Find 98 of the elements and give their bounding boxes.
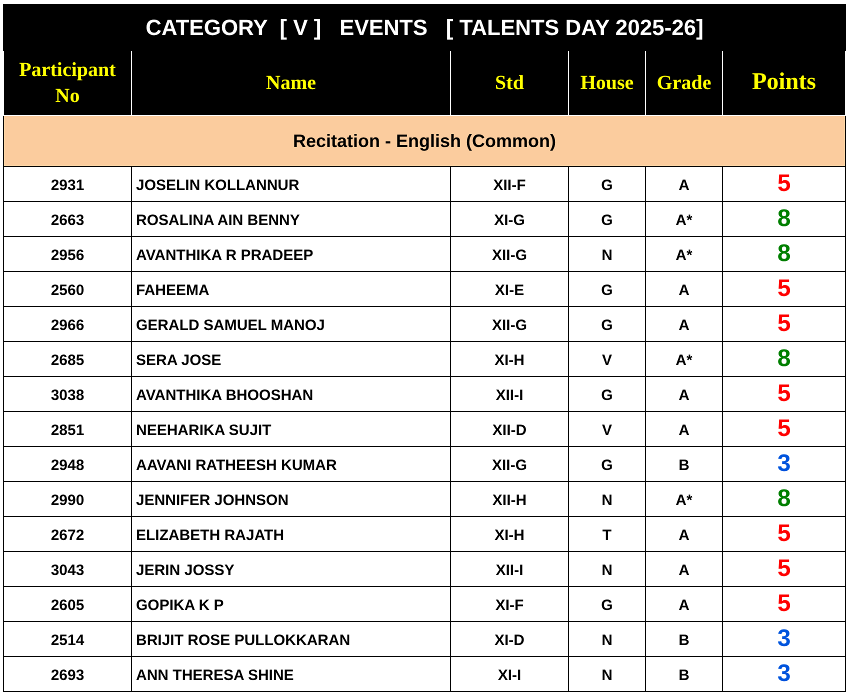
table-cell: XII-D (450, 412, 568, 446)
table-cell: 3 (722, 622, 846, 656)
table-cell: XII-I (450, 376, 568, 412)
table-cell: FAHEEMA (132, 272, 450, 306)
table-cell: XI-D (450, 622, 568, 656)
table-cell: A (646, 272, 722, 306)
table-cell: XI-G (450, 202, 568, 236)
table-cell: 5 (722, 412, 846, 446)
table-cell: N (568, 482, 646, 516)
table-cell: 2560 (4, 272, 132, 306)
table-cell: XII-G (450, 446, 568, 482)
table-cell: V (568, 342, 646, 376)
table-cell: XI-H (450, 342, 568, 376)
table-cell: 8 (722, 202, 846, 236)
table-cell: 3043 (4, 552, 132, 586)
table-cell: G (568, 166, 646, 202)
table-cell: AAVANI RATHEESH KUMAR (132, 446, 450, 482)
table-cell: ELIZABETH RAJATH (132, 516, 450, 552)
table-cell: XII-F (450, 166, 568, 202)
table-cell: 2931 (4, 166, 132, 202)
table-cell: 2605 (4, 586, 132, 622)
column-header: Std (450, 50, 568, 116)
table-cell: G (568, 446, 646, 482)
table-cell: XII-H (450, 482, 568, 516)
table-cell: SERA JOSE (132, 342, 450, 376)
table-cell: AVANTHIKA R PRADEEP (132, 236, 450, 272)
table-cell: XII-I (450, 552, 568, 586)
table-cell: 2693 (4, 656, 132, 692)
table-cell: XII-G (450, 306, 568, 342)
column-header: Name (132, 50, 450, 116)
table-cell: B (646, 656, 722, 692)
table-cell: N (568, 656, 646, 692)
table-cell: ROSALINA AIN BENNY (132, 202, 450, 236)
table-cell: 5 (722, 376, 846, 412)
table-cell: 3 (722, 446, 846, 482)
table-cell: 2672 (4, 516, 132, 552)
table-cell: JERIN JOSSY (132, 552, 450, 586)
table-cell: 2966 (4, 306, 132, 342)
table-cell: 5 (722, 586, 846, 622)
sheet-title: CATEGORY [ V ] EVENTS [ TALENTS DAY 2025-26] (4, 4, 846, 50)
table-cell: G (568, 202, 646, 236)
table-cell: 2956 (4, 236, 132, 272)
table-cell: 5 (722, 552, 846, 586)
column-header: Participant No (4, 50, 132, 116)
table-cell: JENNIFER JOHNSON (132, 482, 450, 516)
table-cell: 5 (722, 166, 846, 202)
table-cell: A (646, 376, 722, 412)
table-cell: ANN THERESA SHINE (132, 656, 450, 692)
table-cell: AVANTHIKA BHOOSHAN (132, 376, 450, 412)
table-cell: A (646, 412, 722, 446)
table-cell: XII-G (450, 236, 568, 272)
column-header: House (568, 50, 646, 116)
table-cell: N (568, 552, 646, 586)
table-cell: A (646, 166, 722, 202)
table-cell: BRIJIT ROSE PULLOKKARAN (132, 622, 450, 656)
table-cell: A* (646, 202, 722, 236)
table-cell: 8 (722, 342, 846, 376)
table-cell: 2948 (4, 446, 132, 482)
table-cell: T (568, 516, 646, 552)
table-cell: GOPIKA K P (132, 586, 450, 622)
table-cell: XI-E (450, 272, 568, 306)
table-cell: NEEHARIKA SUJIT (132, 412, 450, 446)
table-cell: 2685 (4, 342, 132, 376)
table-cell: 8 (722, 482, 846, 516)
table-cell: XI-F (450, 586, 568, 622)
table-cell: 3 (722, 656, 846, 692)
table-cell: A* (646, 482, 722, 516)
table-cell: 5 (722, 516, 846, 552)
table-cell: 2990 (4, 482, 132, 516)
table-cell: A* (646, 236, 722, 272)
table-cell: 2851 (4, 412, 132, 446)
table-cell: V (568, 412, 646, 446)
table-cell: G (568, 586, 646, 622)
table-cell: N (568, 236, 646, 272)
table-cell: GERALD SAMUEL MANOJ (132, 306, 450, 342)
table-cell: A (646, 586, 722, 622)
table-cell: G (568, 306, 646, 342)
column-header: Grade (646, 50, 722, 116)
table-cell: XI-I (450, 656, 568, 692)
table-cell: A (646, 552, 722, 586)
table-cell: B (646, 446, 722, 482)
table-cell: G (568, 272, 646, 306)
table-cell: A (646, 516, 722, 552)
table-cell: 2514 (4, 622, 132, 656)
table-cell: XI-H (450, 516, 568, 552)
table-cell: JOSELIN KOLLANNUR (132, 166, 450, 202)
table-cell: G (568, 376, 646, 412)
table-cell: 5 (722, 306, 846, 342)
table-cell: A (646, 306, 722, 342)
table-cell: 2663 (4, 202, 132, 236)
table-cell: 3038 (4, 376, 132, 412)
section-heading: Recitation - English (Common) (4, 116, 846, 166)
table-cell: 5 (722, 272, 846, 306)
table-cell: N (568, 622, 646, 656)
table-cell: A* (646, 342, 722, 376)
table-cell: B (646, 622, 722, 656)
table-cell: 8 (722, 236, 846, 272)
column-header: Points (722, 50, 846, 116)
